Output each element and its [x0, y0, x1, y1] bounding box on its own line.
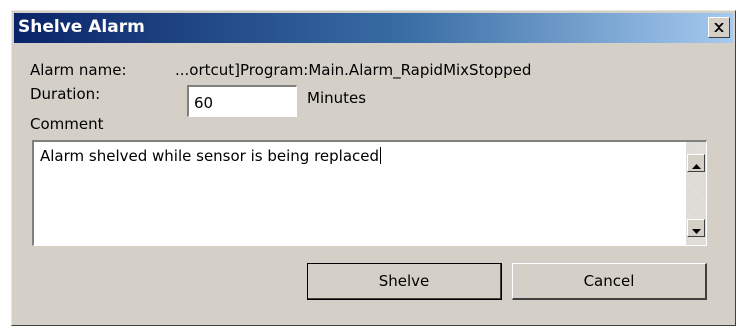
scroll-down-arrow-icon [691, 219, 701, 238]
cancel-button[interactable]: Cancel [512, 263, 707, 300]
text-caret [380, 147, 382, 164]
duration-input[interactable]: 60 [187, 85, 297, 117]
comment-text: Alarm shelved while sensor is being repl… [40, 147, 382, 165]
scroll-up-button[interactable] [687, 154, 705, 172]
comment-textarea[interactable]: Alarm shelved while sensor is being repl… [32, 140, 707, 246]
scroll-down-button[interactable] [687, 219, 705, 237]
duration-label: Duration: [30, 85, 101, 103]
comment-label: Comment [30, 115, 104, 133]
comment-value: Alarm shelved while sensor is being repl… [40, 147, 380, 165]
close-icon [714, 23, 724, 32]
alarm-name-value: ...ortcut]Program:Main.Alarm_RapidMixSto… [175, 61, 532, 79]
dialog-title: Shelve Alarm [18, 17, 145, 37]
scroll-up-arrow-icon [691, 154, 701, 173]
shelve-button[interactable]: Shelve [307, 263, 502, 300]
vertical-scrollbar[interactable] [686, 142, 706, 245]
duration-unit-label: Minutes [307, 89, 367, 107]
title-bar[interactable]: Shelve Alarm [14, 13, 733, 43]
close-button[interactable] [708, 17, 730, 38]
alarm-name-label: Alarm name: [30, 61, 127, 79]
